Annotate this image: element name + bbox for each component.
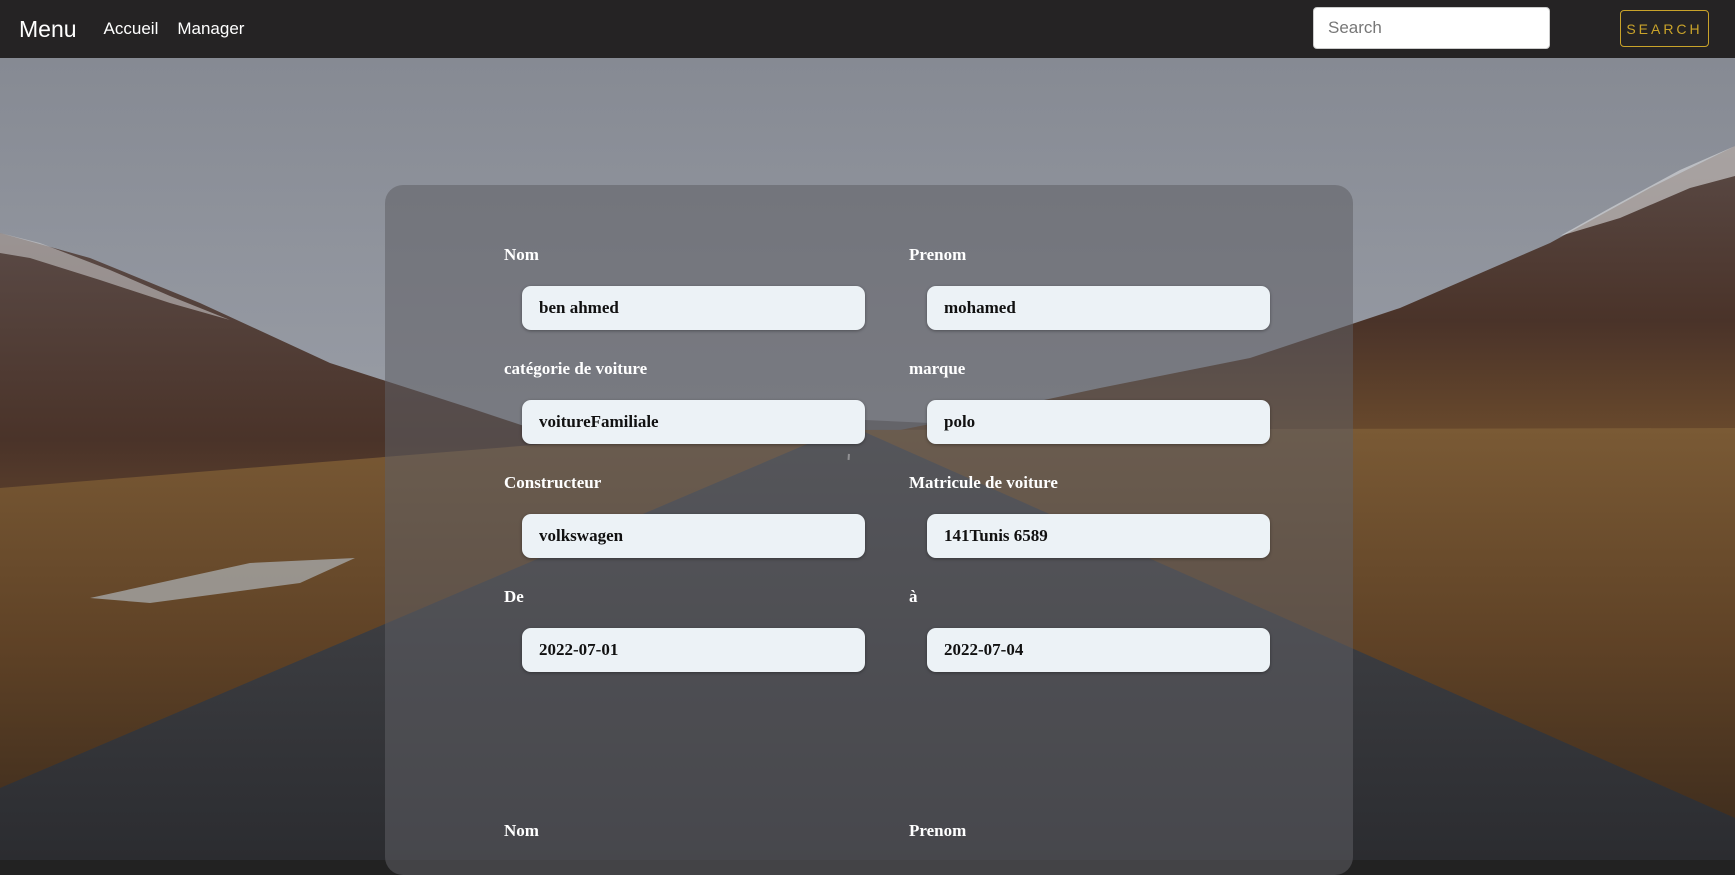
date-de-label: De (504, 587, 524, 606)
next-prenom-label: Prenom (909, 821, 967, 840)
date-a-input[interactable] (927, 628, 1270, 672)
search-input[interactable] (1313, 7, 1550, 49)
matricule-label: Matricule de voiture (909, 473, 1058, 492)
prenom-input[interactable] (927, 286, 1270, 330)
categorie-voiture-input[interactable] (522, 400, 865, 444)
constructeur-label: Constructeur (504, 473, 602, 492)
prenom-label: Prenom (909, 245, 967, 264)
search-button[interactable]: SEARCH (1620, 10, 1709, 47)
marque-label: marque (909, 359, 966, 378)
categorie-voiture-label: catégorie de voiture (504, 359, 648, 378)
menu-brand[interactable]: Menu (19, 16, 77, 43)
nom-label: Nom (504, 245, 539, 264)
date-a-label: à (909, 587, 918, 606)
nav-link-accueil[interactable]: Accueil (104, 19, 159, 39)
marque-input[interactable] (927, 400, 1270, 444)
matricule-input[interactable] (927, 514, 1270, 558)
constructeur-input[interactable] (522, 514, 865, 558)
top-navbar: Menu Accueil Manager SEARCH (0, 0, 1735, 58)
next-nom-label: Nom (504, 821, 539, 840)
nav-link-manager[interactable]: Manager (177, 19, 244, 39)
nom-input[interactable] (522, 286, 865, 330)
date-de-input[interactable] (522, 628, 865, 672)
